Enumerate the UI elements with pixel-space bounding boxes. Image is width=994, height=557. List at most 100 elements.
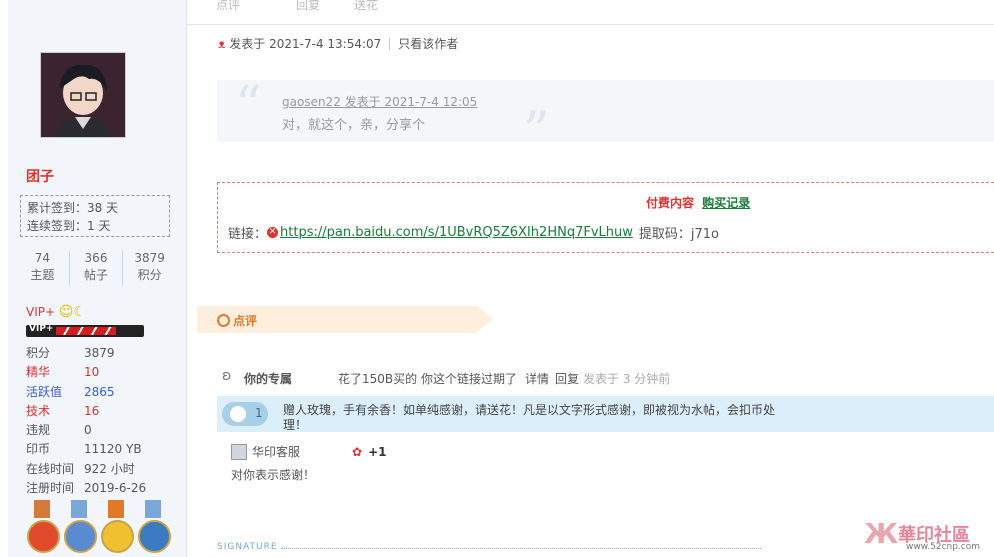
rating-section-header: 点评 bbox=[197, 306, 493, 333]
attribute-key: 印币 bbox=[26, 442, 51, 457]
username[interactable]: 团子 bbox=[26, 166, 54, 186]
moon-icon: ☾ bbox=[73, 304, 87, 320]
attribute-value: 922 小时 bbox=[84, 461, 135, 476]
attribute-row: 违规 0 bbox=[26, 421, 146, 440]
link-label: 链接： bbox=[228, 227, 268, 242]
rate-action[interactable]: 点评 bbox=[216, 0, 240, 13]
attribute-value: 0 bbox=[84, 423, 92, 438]
user-avatar-icon[interactable]: ʚ bbox=[222, 368, 238, 388]
open-quote-icon: “ bbox=[235, 76, 262, 136]
comment-row: ʚ 你的专属 花了150B买的 你这个链接过期了 详情 回复 发表于 3 分钟前 bbox=[222, 368, 992, 388]
purchase-record-link[interactable]: 购买记录 bbox=[702, 196, 750, 210]
vip-label: VIP+ bbox=[26, 305, 56, 319]
site-logo-icon: Ж bbox=[864, 517, 899, 550]
paid-link-row: 链接： ✕ https://pan.baidu.com/s/1UBvRQ5Z6X… bbox=[228, 223, 719, 242]
post-status-icon: ᴥ bbox=[218, 36, 226, 51]
attribute-value: 16 bbox=[84, 403, 100, 418]
flower-icon: ✿ bbox=[352, 444, 363, 459]
close-quote-icon: ” bbox=[523, 102, 550, 162]
attribute-value: 10 bbox=[84, 365, 100, 380]
flower-count: 1 bbox=[255, 406, 263, 420]
stat-threads-label: 主题 bbox=[30, 268, 55, 282]
author-only-link[interactable]: 只看该作者 bbox=[398, 35, 458, 52]
attribute-row: 印币 11120 YB bbox=[26, 440, 146, 459]
attribute-key: 违规 bbox=[26, 423, 51, 438]
flower-giver: 华印客服 ✿ +1 对你表示感谢！ bbox=[231, 443, 386, 483]
attribute-row: 精华 10 bbox=[26, 363, 146, 382]
flower-plus: +1 bbox=[368, 444, 387, 459]
attribute-row: 活跃值 2865 bbox=[26, 383, 146, 402]
attribute-row: 积分 3879 bbox=[26, 344, 146, 363]
rating-title: 点评 bbox=[233, 314, 258, 328]
flower-notice: 1 赠人玫瑰，手有余香！如单纯感谢，请送花！凡是以文字形式感谢，即被视为水帖，会… bbox=[217, 396, 994, 432]
attribute-value: 11120 YB bbox=[84, 442, 142, 457]
flower-action[interactable]: 送花 bbox=[354, 0, 378, 13]
smiley-icon: ☺ bbox=[58, 304, 74, 320]
attribute-value: 2019-6-26 bbox=[84, 481, 147, 496]
stat-points[interactable]: 3879 积分 bbox=[123, 250, 176, 286]
flower-count-badge[interactable]: 1 bbox=[222, 402, 268, 426]
medal-icon[interactable] bbox=[24, 500, 60, 554]
stat-posts-value: 366 bbox=[84, 251, 108, 265]
medal-list bbox=[24, 500, 171, 554]
avatar[interactable] bbox=[40, 52, 126, 138]
attribute-value: 2865 bbox=[84, 384, 115, 399]
medal-icon[interactable] bbox=[98, 500, 134, 554]
user-sidebar: 团子 累计签到：38 天 连续签到：1 天 74 主题 366 帖子 3879 … bbox=[0, 0, 187, 557]
vip-bar-fill bbox=[56, 327, 116, 335]
medal-icon[interactable] bbox=[61, 500, 97, 554]
quote-block: “ gaosen22 发表于 2021-7-4 12:05 对，就这个，亲，分享… bbox=[217, 76, 994, 158]
checkin-total: 累计签到：38 天 bbox=[27, 201, 119, 215]
comment-time: 发表于 3 分钟前 bbox=[583, 371, 671, 386]
error-icon: ✕ bbox=[267, 227, 279, 238]
circle-icon bbox=[217, 314, 230, 327]
comment-detail-link[interactable]: 详情 bbox=[525, 370, 549, 387]
comment-user[interactable]: 你的专属 bbox=[244, 370, 292, 387]
paid-content-box: 付费内容 购买记录 链接： ✕ https://pan.baidu.com/s/… bbox=[217, 182, 994, 253]
signature-label: SIGNATURE bbox=[217, 542, 758, 552]
stat-threads[interactable]: 74 主题 bbox=[16, 250, 70, 286]
checkin-box: 累计签到：38 天 连续签到：1 天 bbox=[20, 195, 170, 237]
stat-posts[interactable]: 366 帖子 bbox=[70, 250, 124, 286]
pan-link[interactable]: https://pan.baidu.com/s/1UBvRQ5Z6XIh2HNq… bbox=[280, 225, 633, 240]
attribute-key: 注册时间 bbox=[26, 481, 75, 496]
user-stats: 74 主题 366 帖子 3879 积分 bbox=[16, 250, 176, 286]
stat-points-label: 积分 bbox=[137, 268, 162, 282]
attribute-row: 在线时间 922 小时 bbox=[26, 460, 146, 479]
flower-notice-text: 赠人玫瑰，手有余香！如单纯感谢，请送花！凡是以文字形式感谢，即被视为水帖，会扣币… bbox=[283, 403, 776, 432]
quote-attribution[interactable]: gaosen22 发表于 2021-7-4 12:05 bbox=[282, 93, 477, 110]
rater-name[interactable]: 华印客服 bbox=[252, 443, 300, 460]
medal-icon[interactable] bbox=[135, 500, 171, 554]
post-action-bar: 点评 回复 送花 bbox=[186, 0, 994, 25]
post-header: ᴥ 发表于 2021-7-4 13:54:07 只看该作者 bbox=[218, 35, 458, 52]
attribute-row: 技术 16 bbox=[26, 402, 146, 421]
paid-header: 付费内容 购买记录 bbox=[646, 194, 750, 211]
vip-level[interactable]: VIP+ ☺☾ bbox=[26, 304, 86, 320]
stat-points-value: 3879 bbox=[134, 251, 165, 265]
attribute-value: 3879 bbox=[84, 346, 115, 360]
attribute-key: 精华 bbox=[26, 365, 51, 380]
comment-text: 花了150B买的 你这个链接过期了 bbox=[338, 371, 517, 386]
post-time: 发表于 2021-7-4 13:54:07 bbox=[229, 37, 382, 51]
paid-title: 付费内容 bbox=[646, 196, 695, 210]
attribute-key: 积分 bbox=[26, 346, 51, 360]
stat-threads-value: 74 bbox=[34, 251, 50, 265]
site-watermark: Ж 華印社區 www.52cnp.com bbox=[864, 517, 980, 552]
vip-bar-label: VIP+ bbox=[29, 325, 54, 334]
comment-reply-link[interactable]: 回复 bbox=[555, 370, 579, 387]
user-attributes: 积分 3879 精华 10 活跃值 2865 技术 16 违规 0 印币 11120 YB 在线时间 92… bbox=[26, 344, 146, 498]
reply-action[interactable]: 回复 bbox=[296, 0, 320, 13]
attribute-key: 在线时间 bbox=[26, 461, 75, 476]
rater-message: 对你表示感谢！ bbox=[231, 468, 316, 482]
people-icon bbox=[230, 406, 246, 422]
extract-code: 提取码：j71o bbox=[638, 227, 719, 242]
attribute-key: 技术 bbox=[26, 403, 51, 418]
avatar-image bbox=[41, 53, 125, 137]
sidebar-edge bbox=[0, 0, 8, 557]
divider bbox=[389, 37, 391, 50]
attribute-row: 注册时间 2019-6-26 bbox=[26, 479, 146, 498]
rater-avatar[interactable] bbox=[231, 443, 247, 460]
attribute-key: 活跃值 bbox=[26, 384, 63, 399]
checkin-streak: 连续签到：1 天 bbox=[27, 219, 111, 233]
stat-posts-label: 帖子 bbox=[84, 268, 109, 282]
